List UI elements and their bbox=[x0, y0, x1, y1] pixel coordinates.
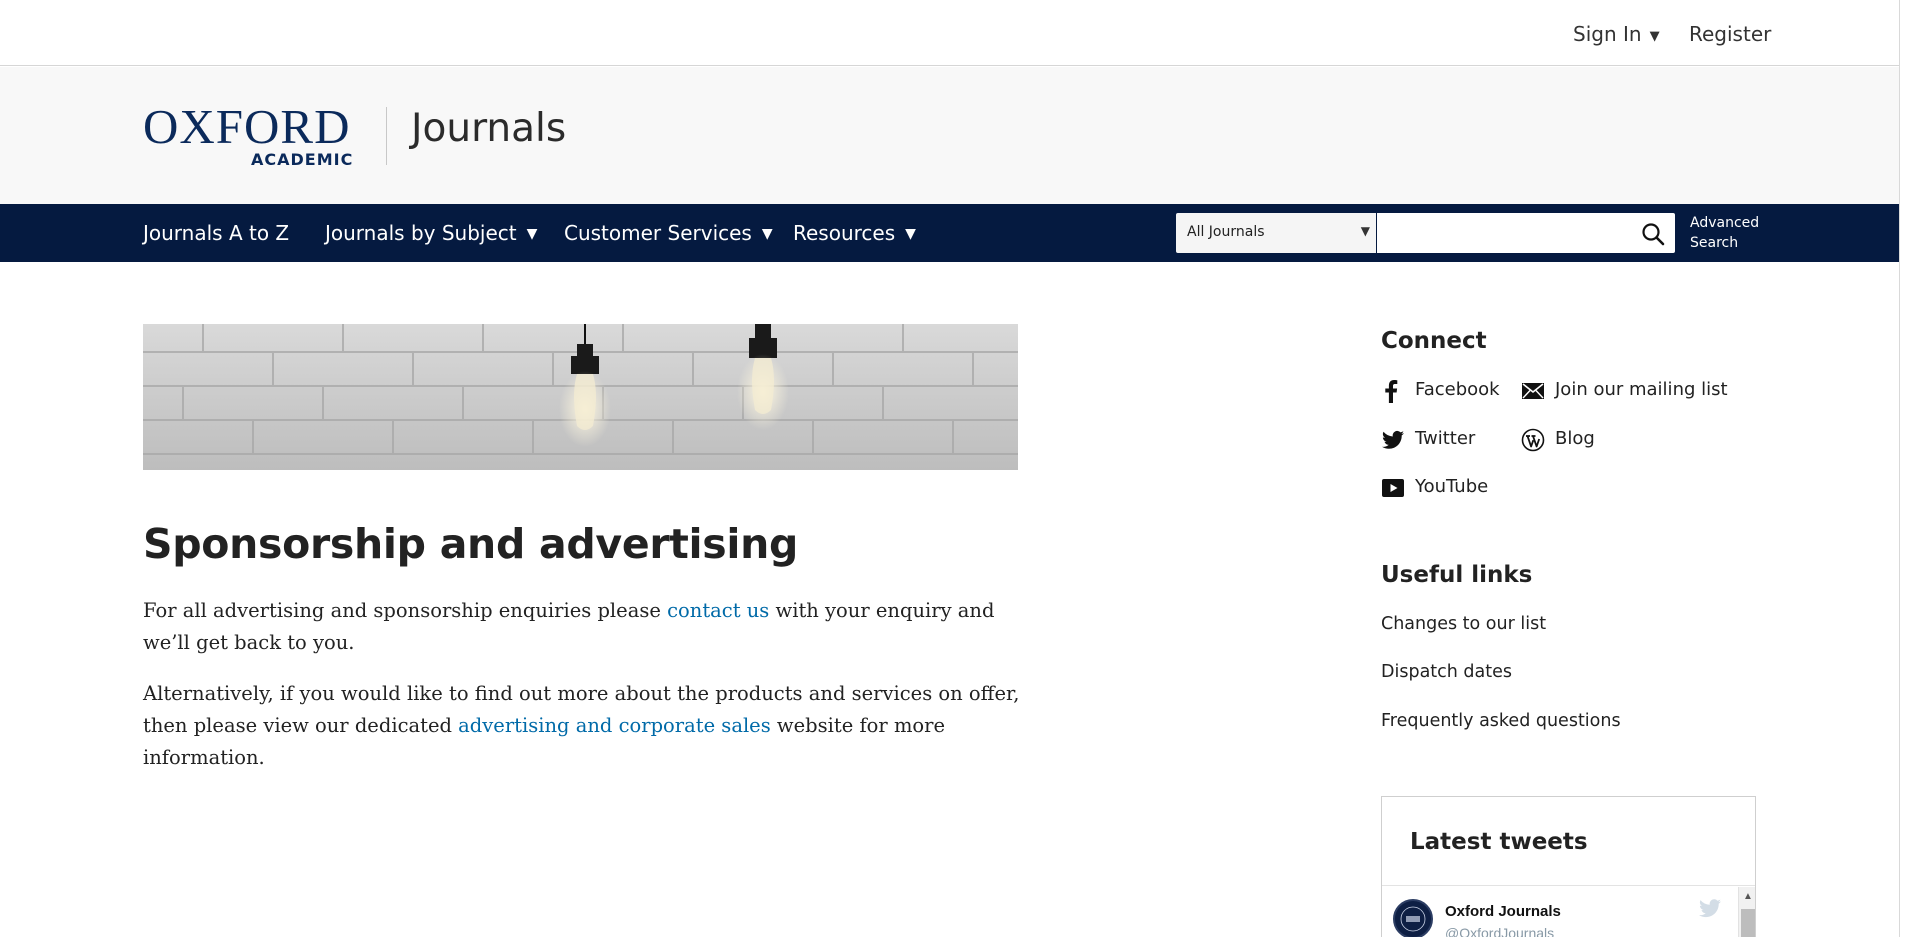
brand-section-title[interactable]: Journals bbox=[411, 103, 566, 155]
tweets-scrollbar[interactable]: ▲ bbox=[1738, 887, 1755, 937]
caret-down-icon: ▼ bbox=[905, 226, 916, 242]
twitter-icon bbox=[1382, 430, 1404, 449]
oxford-academic-logo[interactable]: OXFORD ACADEMIC bbox=[143, 99, 361, 169]
useful-link-changes[interactable]: Changes to our list bbox=[1381, 614, 1546, 634]
advertising-paragraph: Alternatively, if you would like to find… bbox=[143, 678, 1023, 774]
useful-links-heading: Useful links bbox=[1381, 562, 1533, 588]
logo-oxford-text: OXFORD bbox=[143, 99, 351, 154]
tweet-account-handle[interactable]: @OxfordJournals bbox=[1445, 925, 1554, 937]
brand-divider bbox=[386, 107, 387, 165]
useful-link-faq[interactable]: Frequently asked questions bbox=[1381, 711, 1621, 731]
search-input[interactable] bbox=[1377, 213, 1675, 253]
mailing-list-link[interactable]: Join our mailing list bbox=[1521, 379, 1741, 403]
advanced-search-link[interactable]: Advanced Search bbox=[1690, 213, 1759, 253]
connect-heading: Connect bbox=[1381, 328, 1487, 354]
facebook-link[interactable]: Facebook bbox=[1381, 379, 1511, 403]
useful-link-dispatch[interactable]: Dispatch dates bbox=[1381, 662, 1512, 682]
register-link[interactable]: Register bbox=[1689, 22, 1771, 46]
mailing-list-label: Join our mailing list bbox=[1555, 379, 1728, 400]
advanced-search-line1: Advanced bbox=[1690, 215, 1760, 231]
youtube-icon bbox=[1382, 479, 1404, 497]
youtube-link[interactable]: YouTube bbox=[1381, 476, 1511, 500]
paragraph-text: For all advertising and sponsorship enqu… bbox=[143, 599, 668, 622]
intro-paragraph: For all advertising and sponsorship enqu… bbox=[143, 595, 1023, 659]
search-scope-value: All Journals bbox=[1187, 224, 1265, 240]
advertising-corporate-sales-link[interactable]: advertising and corporate sales bbox=[458, 714, 771, 737]
nav-label: Journals A to Z bbox=[143, 221, 290, 245]
facebook-label: Facebook bbox=[1415, 379, 1500, 400]
caret-down-icon: ▼ bbox=[1360, 224, 1370, 238]
nav-label: Customer Services bbox=[564, 221, 752, 245]
hero-banner-image bbox=[143, 324, 1018, 470]
nav-label: Resources bbox=[793, 221, 896, 245]
account-avatar[interactable] bbox=[1393, 899, 1433, 937]
top-utility-bar: Sign In ▼ Register bbox=[0, 0, 1899, 66]
nav-label: Journals by Subject bbox=[325, 221, 517, 245]
nav-journals-a-to-z[interactable]: Journals A to Z bbox=[143, 221, 289, 245]
blog-label: Blog bbox=[1555, 428, 1595, 449]
latest-tweets-heading: Latest tweets bbox=[1410, 829, 1588, 855]
contact-us-link[interactable]: contact us bbox=[667, 599, 769, 622]
search-icon bbox=[1642, 223, 1665, 246]
search-button[interactable] bbox=[1640, 221, 1666, 247]
latest-tweets-widget: Latest tweets Oxford Journals @OxfordJou… bbox=[1381, 796, 1756, 937]
tweet-account-name[interactable]: Oxford Journals bbox=[1445, 903, 1561, 920]
nav-journals-by-subject[interactable]: Journals by Subject ▼ bbox=[325, 221, 537, 245]
page-title: Sponsorship and advertising bbox=[143, 520, 799, 568]
nav-customer-services[interactable]: Customer Services ▼ bbox=[564, 221, 773, 245]
oxford-journals-avatar-icon bbox=[1400, 906, 1426, 932]
youtube-label: YouTube bbox=[1415, 476, 1489, 497]
scrollbar-thumb[interactable] bbox=[1741, 909, 1755, 937]
brick-wall-lightbulbs-image bbox=[143, 324, 1018, 470]
twitter-label: Twitter bbox=[1415, 428, 1476, 449]
brand-bar: OXFORD ACADEMIC Journals bbox=[0, 67, 1899, 204]
blog-link[interactable]: Blog bbox=[1521, 428, 1641, 452]
search-scope-select[interactable]: All Journals ▼ bbox=[1176, 213, 1376, 253]
nav-resources[interactable]: Resources ▼ bbox=[793, 221, 916, 245]
facebook-icon bbox=[1385, 380, 1398, 403]
wordpress-icon bbox=[1521, 428, 1545, 452]
sign-in-menu[interactable]: Sign In ▼ bbox=[1573, 22, 1660, 46]
sign-in-label: Sign In bbox=[1573, 22, 1642, 46]
caret-down-icon: ▼ bbox=[526, 226, 538, 242]
twitter-bird-icon[interactable] bbox=[1698, 899, 1722, 919]
advanced-search-line2: Search bbox=[1690, 235, 1739, 251]
caret-down-icon: ▼ bbox=[761, 226, 773, 242]
envelope-icon bbox=[1522, 383, 1544, 399]
window-scrollbar[interactable] bbox=[1899, 0, 1920, 937]
logo-academic-text: ACADEMIC bbox=[251, 150, 354, 169]
scroll-up-icon[interactable]: ▲ bbox=[1743, 891, 1753, 902]
page: Sign In ▼ Register OXFORD ACADEMIC Journa… bbox=[0, 0, 1899, 937]
main-navigation: Journals A to Z Journals by Subject ▼ Cus… bbox=[0, 204, 1899, 262]
caret-down-icon: ▼ bbox=[1649, 29, 1660, 44]
twitter-link[interactable]: Twitter bbox=[1381, 428, 1511, 452]
divider bbox=[1382, 885, 1755, 886]
